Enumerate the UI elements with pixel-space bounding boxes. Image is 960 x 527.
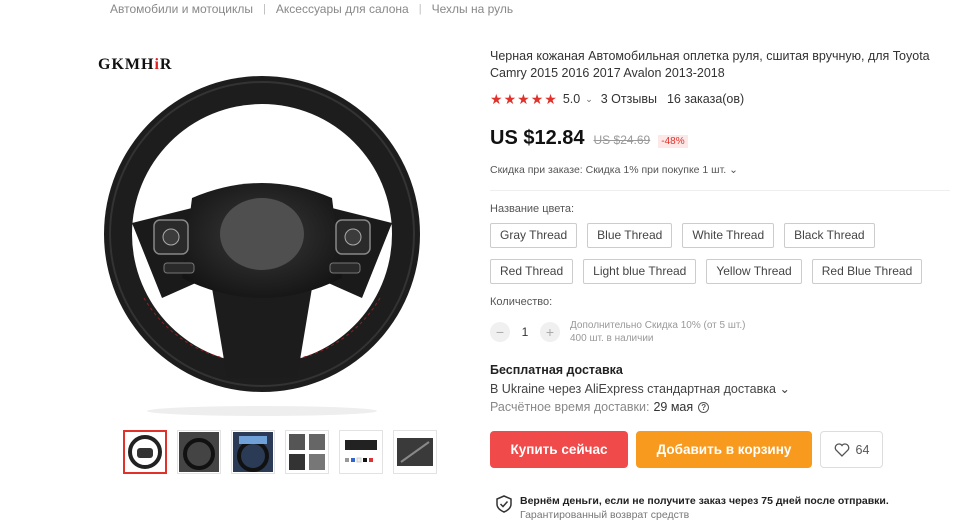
thumbnail[interactable] (123, 430, 167, 474)
wishlist-count: 64 (855, 442, 870, 457)
breadcrumb-item[interactable]: Аксессуары для салона (276, 2, 409, 16)
reviews-link[interactable]: 3 Отзывы (601, 92, 657, 106)
thumbnail[interactable] (339, 430, 383, 474)
decrement-button[interactable]: − (490, 322, 510, 342)
buyer-protection: Вернём деньги, если не получите заказ че… (496, 495, 889, 521)
thumbnail[interactable] (231, 430, 275, 474)
star-icon: ★ (490, 91, 503, 107)
quantity-info: Дополнительно Скидка 10% (от 5 шт.) 400 … (570, 319, 745, 345)
breadcrumb-item[interactable]: Автомобили и мотоциклы (110, 2, 253, 16)
color-label: Название цвета: (490, 203, 575, 215)
guarantee-text: Вернём деньги, если не получите заказ че… (520, 495, 889, 507)
wishlist-button[interactable]: 64 (820, 431, 883, 468)
color-option[interactable]: Gray Thread (490, 223, 578, 248)
color-option[interactable]: Black Thread (784, 223, 875, 248)
product-info: Черная кожаная Автомобильная оплетка рул… (490, 48, 950, 468)
original-price: US $24.69 (593, 133, 651, 147)
breadcrumb-separator: | (263, 3, 266, 15)
shipping-method[interactable]: В Ukraine через AliExpress стандартная д… (490, 381, 950, 396)
rating-row: ★ ★ ★ ★ ★ 5.0 ⌄ 3 Отзывы 16 заказа(ов) (490, 92, 950, 106)
color-options: Gray Thread Blue Thread White Thread Bla… (490, 223, 950, 295)
breadcrumb-separator: | (418, 3, 422, 15)
quantity-label: Количество: (490, 296, 553, 308)
discount-badge: -48% (658, 135, 688, 148)
color-option[interactable]: Light blue Thread (583, 259, 697, 284)
thumbnail[interactable] (285, 430, 329, 474)
star-icon: ★ (530, 91, 544, 107)
star-icon: ★ (517, 91, 530, 107)
brand-logo: GKMHiR (98, 56, 173, 73)
color-option[interactable]: Yellow Thread (706, 259, 802, 284)
increment-button[interactable]: + (540, 322, 560, 342)
color-option[interactable]: Red Thread (490, 259, 574, 284)
action-buttons: Купить сейчас Добавить в корзину 64 (490, 431, 950, 468)
breadcrumb-item[interactable]: Чехлы на руль (432, 2, 514, 16)
delivery-time-label: Расчётное время доставки: (490, 400, 650, 414)
delivery-time: Расчётное время доставки: 29 мая ? (490, 400, 950, 414)
rating-score[interactable]: 5.0 (563, 92, 580, 106)
star-icon: ★ (544, 91, 557, 107)
product-main-image[interactable] (92, 48, 432, 418)
orders-count: 16 заказа(ов) (666, 92, 745, 106)
thumbnail[interactable] (177, 430, 221, 474)
stock-text: 400 шт. в наличии (570, 333, 654, 344)
bulk-discount[interactable]: Скидка при заказе: Скидка 1% при покупке… (490, 164, 950, 176)
breadcrumb: Автомобили и мотоциклы | Аксессуары для … (110, 2, 513, 16)
quantity-value[interactable]: 1 (510, 325, 540, 339)
rating-stars: ★ ★ ★ ★ ★ (490, 92, 557, 106)
thumbnail[interactable] (393, 430, 437, 474)
price-row: US $12.84 US $24.69 -48% (490, 127, 950, 150)
shipping-title: Бесплатная доставка (490, 363, 623, 377)
color-option[interactable]: Red Blue Thread (811, 259, 923, 284)
guarantee-subtext: Гарантированный возврат средств (520, 509, 690, 521)
help-icon[interactable]: ? (698, 401, 710, 413)
divider (490, 190, 950, 191)
quantity-stepper: − 1 + Дополнительно Скидка 10% (от 5 шт.… (490, 319, 950, 345)
chevron-down-icon: ⌄ (729, 164, 738, 176)
extra-discount-text: Дополнительно Скидка 10% (от 5 шт.) (570, 320, 746, 331)
add-to-cart-button[interactable]: Добавить в корзину (636, 431, 812, 468)
chevron-down-icon[interactable]: ⌄ (585, 94, 593, 105)
star-icon: ★ (503, 91, 517, 107)
delivery-date: 29 мая (653, 400, 694, 414)
buy-now-button[interactable]: Купить сейчас (490, 431, 628, 468)
current-price: US $12.84 (490, 127, 585, 149)
heart-icon (834, 442, 849, 457)
product-title: Черная кожаная Автомобильная оплетка рул… (490, 49, 930, 80)
color-option[interactable]: White Thread (682, 223, 775, 248)
shield-check-icon (496, 495, 512, 513)
thumbnail-strip (123, 430, 437, 474)
chevron-down-icon: ⌄ (779, 382, 790, 396)
color-option[interactable]: Blue Thread (587, 223, 673, 248)
